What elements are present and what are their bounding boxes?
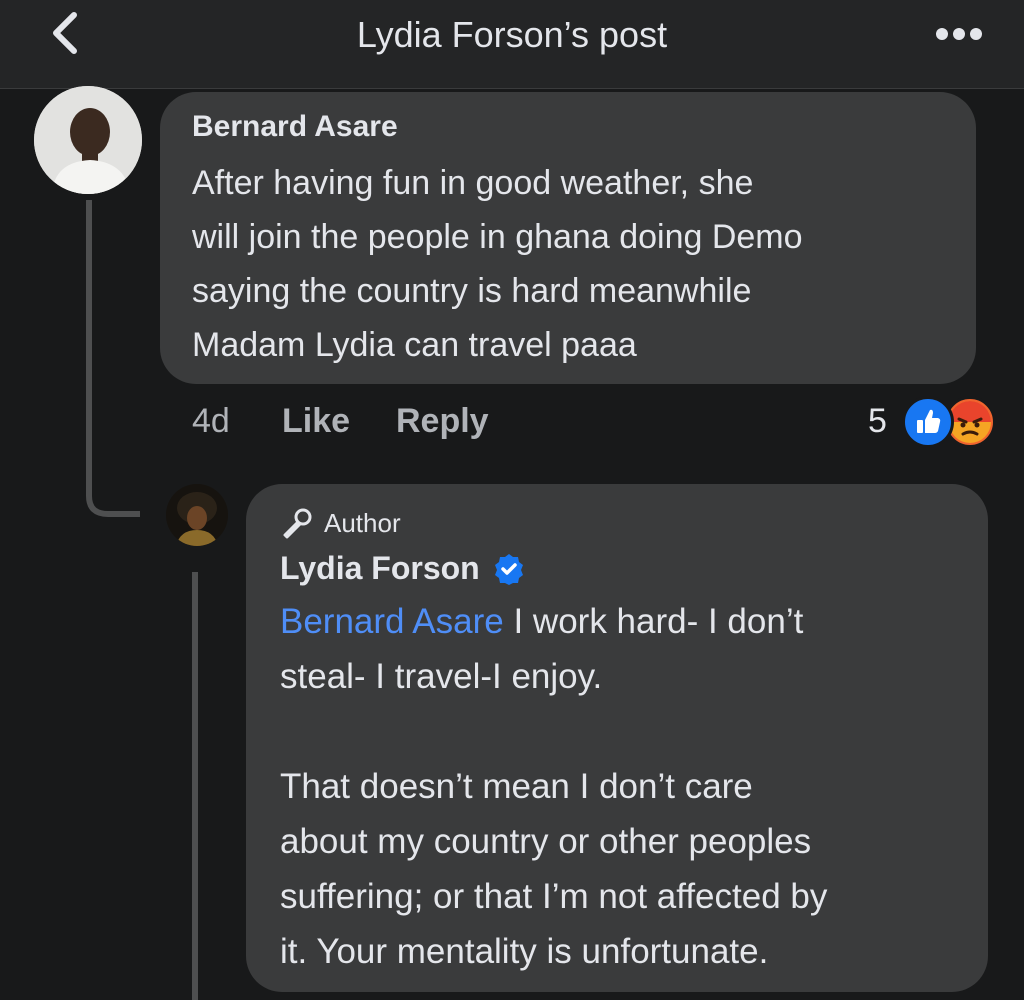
like-reaction-icon[interactable] [902, 396, 954, 448]
reply-author[interactable]: Lydia Forson [280, 550, 480, 587]
comment-time: 4d [192, 402, 230, 440]
verified-badge-icon [494, 553, 523, 585]
microphone-icon [283, 508, 312, 539]
like-button[interactable]: Like [282, 402, 350, 441]
comment-bubble: Bernard Asare After having fun in good w… [160, 92, 976, 384]
reply-thread-line [192, 572, 198, 1000]
more-options-button[interactable] [934, 14, 984, 54]
comment-author[interactable]: Bernard Asare [192, 110, 398, 144]
avatar[interactable] [166, 484, 228, 546]
reply-body: I work hard- I don’t steal- I travel-I e… [280, 602, 828, 971]
thread-line [86, 200, 92, 490]
author-badge-label: Author [324, 507, 401, 538]
reply-button[interactable]: Reply [396, 402, 489, 441]
user-avatar [34, 86, 142, 194]
more-horizontal-icon [936, 28, 982, 40]
avatar[interactable] [34, 86, 142, 194]
thread-connector [86, 470, 140, 517]
page-title: Lydia Forson’s post [356, 14, 668, 55]
mention-link[interactable]: Bernard Asare [280, 602, 504, 641]
author-badge: Author [280, 506, 401, 540]
reply-bubble: Author Lydia Forson Bernard Asare I work… [246, 484, 988, 992]
reply-author-row: Lydia Forson [280, 550, 526, 587]
reaction-count[interactable]: 5 [868, 402, 887, 441]
comment-text: After having fun in good weather, she wi… [192, 164, 803, 364]
reply-text: Bernard Asare I work hard- I don’t steal… [280, 594, 970, 979]
author-avatar [166, 484, 228, 546]
thumbs-up-icon [917, 409, 941, 433]
top-bar: Lydia Forson’s post [0, 0, 1024, 89]
